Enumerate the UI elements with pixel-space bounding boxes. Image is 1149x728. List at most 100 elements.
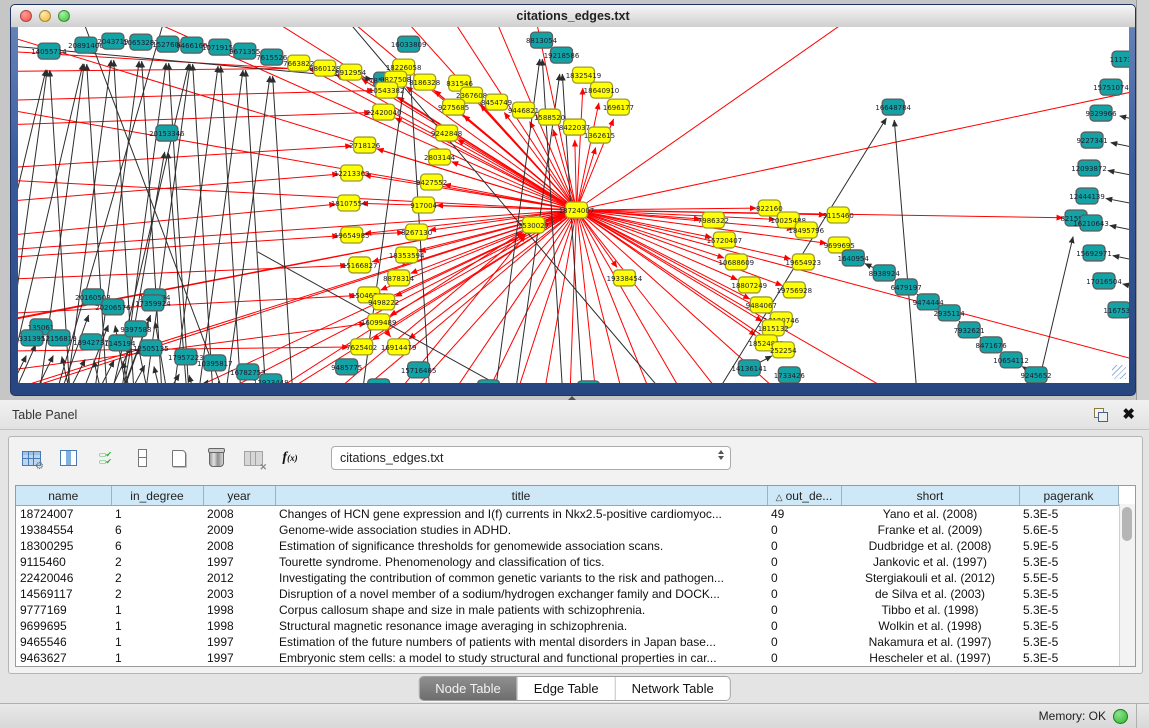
table-row[interactable]: 969969511998Structural magnetic resonanc… [16,618,1118,634]
network-window[interactable]: citations_edges.txt 14055714208914062043… [10,4,1136,396]
graph-node[interactable]: 1588520 [534,109,565,125]
graph-node[interactable]: 12093872 [1071,160,1107,176]
graph-node[interactable]: 15692971 [1076,245,1112,261]
graph-node[interactable]: 8267130 [401,224,432,240]
graph-node[interactable]: 19218586 [544,47,580,63]
graph-node[interactable]: 14055714 [31,43,67,59]
graph-node[interactable]: 9245652 [1021,367,1052,383]
tab-network-table[interactable]: Network Table [615,677,730,700]
column-header-name[interactable]: name [16,486,111,506]
graph-node[interactable]: 9485775 [331,359,362,375]
graph-node[interactable]: 9484067 [746,297,777,313]
table-selector-dropdown[interactable]: citations_edges.txt [331,446,731,470]
graph-node[interactable]: 16033809 [391,36,427,52]
graph-node[interactable]: 7986322 [698,212,729,228]
column-header-year[interactable]: year [203,486,275,506]
graph-node[interactable]: 16648784 [875,99,911,115]
graph-node[interactable]: 2935114 [934,305,966,321]
graph-node[interactable]: 8471676 [976,337,1007,353]
delete-column-icon[interactable] [202,445,230,471]
show-column-icon[interactable] [54,445,82,471]
tab-edge-table[interactable]: Edge Table [517,677,615,700]
table-scrollbar-thumb[interactable] [1122,507,1132,541]
graph-node[interactable]: 2718126 [349,137,380,153]
graph-node[interactable]: 15166827 [342,257,378,273]
table-settings-icon[interactable]: ⚙ [17,445,45,471]
table-row[interactable]: 1830029562008Estimation of significance … [16,538,1118,554]
table-scrollbar[interactable] [1119,504,1135,666]
graph-node[interactable]: 252254 [770,342,797,358]
graph-node[interactable]: 1362615 [584,127,615,143]
graph-node[interactable]: 9275685 [438,99,469,115]
table-header-row[interactable]: namein_degreeyeartitle△out_de...shortpag… [16,486,1118,506]
graph-node[interactable]: 8938924 [869,265,901,281]
graph-node[interactable] [577,381,599,383]
graph-node[interactable]: 1696177 [603,99,634,115]
graph-node[interactable]: 17016504 [1086,273,1122,289]
graph-node[interactable]: 9242848 [431,125,462,141]
table-row[interactable]: 1938455462009Genome-wide association stu… [16,522,1118,538]
column-header-title[interactable]: title [275,486,767,506]
graph-node[interactable]: 6479197 [891,279,922,295]
graph-node[interactable] [368,379,390,383]
graph-node[interactable]: 18325419 [566,67,602,83]
table-row[interactable]: 2242004622012Investigating the contribut… [16,570,1118,586]
graph-node[interactable]: 19654985 [334,227,370,243]
graph-node[interactable]: 1167533 [1103,302,1129,318]
graph-node[interactable]: 8878314 [383,270,415,286]
graph-node[interactable]: 1640954 [838,250,870,266]
graph-node[interactable]: 22420046 [366,104,402,120]
graph-node[interactable]: 7625402 [346,339,377,355]
table-row[interactable]: 946362711997Embryonic stem cells: a mode… [16,650,1118,666]
graph-node[interactable]: 1733426 [774,367,805,383]
close-panel-icon[interactable]: ✖ [1122,408,1135,422]
graph-node[interactable]: 8186328 [409,74,440,90]
network-canvas[interactable]: 1405571420891406204371910653287152760294… [18,27,1129,383]
column-header-pagerank[interactable]: pagerank [1019,486,1118,506]
column-header-in_degree[interactable]: in_degree [111,486,203,506]
graph-node[interactable]: 10654112 [993,352,1029,368]
tab-node-table[interactable]: Node Table [419,677,517,700]
graph-node[interactable]: 8912954 [335,64,367,80]
graph-node[interactable]: 9227341 [1076,132,1107,148]
table-row[interactable]: 1872400712008Changes of HCN gene express… [16,506,1118,523]
graph-node[interactable]: 16914479 [381,339,417,355]
graph-node[interactable]: 15716485 [401,362,437,378]
table-mode-icon[interactable] [128,445,156,471]
float-window-icon[interactable] [1094,408,1108,422]
graph-node[interactable]: 19756928 [777,282,813,298]
network-window-titlebar[interactable]: citations_edges.txt [11,5,1135,28]
delete-table-icon[interactable]: ✕ [239,445,267,471]
citation-network-graph[interactable]: 1405571420891406204371910653287152760294… [18,27,1129,383]
column-header-short[interactable]: short [841,486,1019,506]
graph-node[interactable]: 111732 [1110,51,1129,67]
new-column-icon[interactable] [165,445,193,471]
select-columns-icon[interactable]: ▭✔▭✔ [91,445,119,471]
window-resize-grip[interactable] [1112,365,1126,379]
memory-status-indicator[interactable] [1113,709,1128,724]
graph-node[interactable]: 7932621 [954,322,985,338]
graph-node[interactable]: 20153346 [149,125,185,141]
table-row[interactable]: 1456911722003Disruption of a novel membe… [16,586,1118,602]
graph-node[interactable]: 2803144 [424,149,456,165]
column-header-out_degree[interactable]: △out_de... [767,486,841,506]
table-row[interactable]: 977716911998Corpus callosum shape and si… [16,602,1118,618]
graph-node[interactable]: 15751074 [1093,79,1129,95]
graph-node[interactable]: 18640910 [584,82,620,98]
graph-node[interactable]: 2530027 [518,217,549,233]
graph-node[interactable] [478,380,500,383]
graph-node[interactable]: 917004 [410,197,437,213]
graph-node[interactable]: 1815132 [758,320,789,336]
graph-node[interactable]: 9427552 [416,174,447,190]
graph-node[interactable]: 14136141 [732,360,768,376]
graph-node[interactable]: 12213363 [334,165,370,181]
graph-node[interactable]: 9115460 [823,207,854,223]
graph-node[interactable]: 15720407 [707,232,743,248]
graph-node[interactable]: 9498222 [368,294,399,310]
function-builder-icon[interactable]: f(x) [276,445,304,471]
graph-node[interactable]: 12444139 [1069,188,1105,204]
graph-node[interactable]: 9397588 [120,321,151,337]
graph-node[interactable]: 9329966 [1085,105,1116,121]
table-row[interactable]: 911546021997Tourette syndrome. Phenomeno… [16,554,1118,570]
graph-node[interactable]: 8813054 [526,32,558,48]
